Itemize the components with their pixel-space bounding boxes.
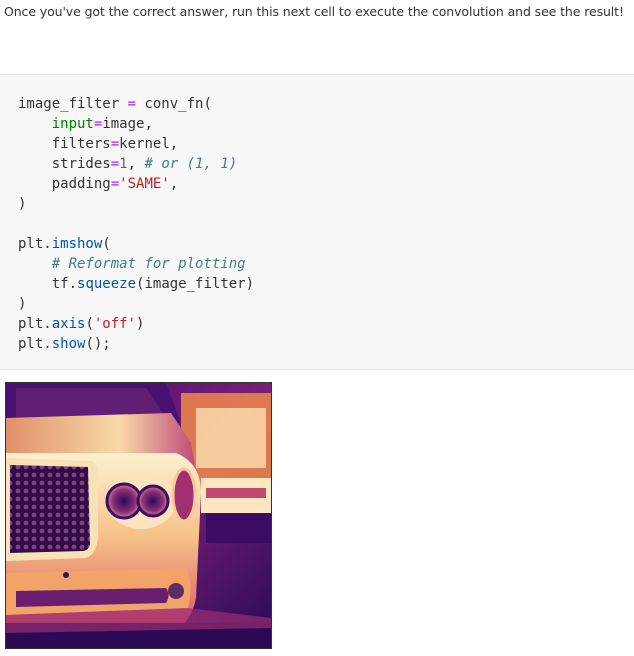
code-line: tf.squeeze(image_filter) (51, 276, 255, 292)
car-front-image-icon (6, 383, 271, 648)
intro-text: Once you've got the correct answer, run … (4, 4, 624, 19)
code-cell[interactable]: image_filter = conv_fn( input=image, fil… (0, 74, 634, 370)
code-line: # Reformat for plotting (51, 256, 246, 272)
code-line: plt.axis('off') (18, 316, 145, 332)
code-block: image_filter = conv_fn( input=image, fil… (18, 94, 254, 354)
code-line: plt.show(); (18, 336, 111, 352)
code-line: ) (18, 196, 27, 212)
code-line: filters=kernel, (51, 136, 179, 152)
code-line: padding='SAME', (51, 176, 179, 192)
code-line: image_filter = conv_fn( (18, 96, 212, 112)
code-line: strides=1, # or (1, 1) (51, 156, 238, 172)
code-line: ) (18, 296, 27, 312)
output-image (5, 382, 272, 649)
code-line: input=image, (51, 116, 153, 132)
code-line: plt.imshow( (18, 236, 111, 252)
